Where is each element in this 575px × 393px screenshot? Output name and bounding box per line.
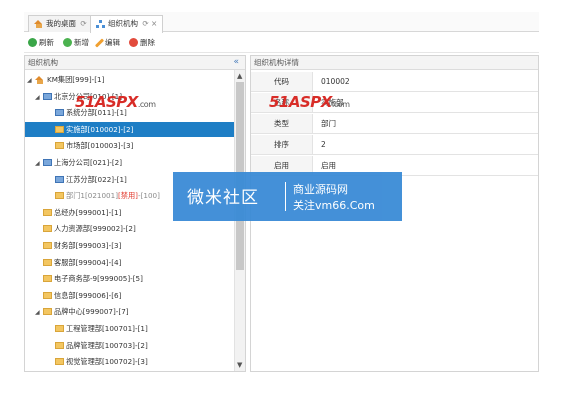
folder-icon — [55, 192, 64, 200]
tree-node[interactable]: 信息部[999006]-[6] — [25, 288, 235, 303]
detail-row-code: 代码 010002 — [251, 72, 538, 92]
folder-icon — [43, 258, 52, 266]
panel-title: 组织机构 — [28, 58, 58, 67]
branch-icon — [55, 109, 64, 117]
expand-toggle-icon[interactable]: ◢ — [27, 73, 35, 88]
tab-organization[interactable]: 组织机构 ⟳ × — [90, 15, 164, 33]
folder-icon — [55, 125, 64, 133]
tree-node-label: KM集团[999]-[1] — [47, 75, 105, 84]
banner-title: 微米社区 — [187, 188, 259, 208]
folder-icon — [43, 275, 52, 283]
tree-node[interactable]: 品牌管理部[100703]-[2] — [25, 338, 235, 353]
branch-icon — [55, 175, 64, 183]
expand-toggle-icon[interactable]: ◢ — [35, 156, 43, 171]
tree-node-label: 财务部[999003]-[3] — [54, 241, 122, 250]
tree-node-label: 人力资源部[999002]-[2] — [54, 224, 136, 234]
folder-icon — [55, 341, 64, 349]
tree-node-label: 视觉管理部[100702]-[3] — [66, 357, 148, 367]
tree-node-label: 市场部[010003]-[3] — [66, 141, 134, 151]
add-icon — [63, 38, 72, 47]
tree-node-label: 工程管理部[100701]-[1] — [66, 324, 148, 333]
add-label: 新增 — [74, 38, 89, 47]
tree-node-label: 信息部[999006]-[6] — [54, 290, 122, 300]
folder-icon — [55, 142, 64, 150]
tree-node-label: 电子商务部-9[999005]-[5] — [54, 274, 143, 284]
tree-node[interactable]: ◢ 上海分公司[021]-[2] — [25, 155, 235, 170]
refresh-button[interactable]: 刷新 — [28, 37, 54, 48]
branch-icon — [43, 159, 52, 166]
collapse-icon[interactable]: « — [233, 56, 239, 69]
tree-node-label: 品牌管理部[100703]-[2] — [66, 340, 148, 350]
folder-icon — [43, 242, 52, 249]
banner-divider — [285, 182, 286, 211]
delete-button[interactable]: 删除 — [129, 37, 155, 48]
detail-value: 010002 — [321, 77, 350, 86]
banner-line1: 商业源码网 — [293, 183, 348, 196]
delete-label: 删除 — [140, 38, 155, 47]
toolbar: 刷新 新增 编辑 删除 — [24, 33, 539, 53]
detail-row-type: 类型 部门 — [251, 114, 538, 134]
edit-label: 编辑 — [105, 38, 120, 47]
tab-close-icon[interactable]: ⟳ × — [142, 19, 157, 28]
detail-value: 部门 — [321, 119, 336, 128]
tree-node[interactable]: ◢ KM集团[999]-[1] — [25, 72, 235, 87]
edit-button[interactable]: 编辑 — [94, 37, 120, 48]
tree-node[interactable]: 实施部[010002]-[2] — [25, 121, 235, 137]
watermark-51aspx: 51ASPX.com — [269, 93, 350, 111]
add-button[interactable]: 新增 — [63, 37, 89, 48]
watermark-banner: 微米社区 商业源码网 关注vm66.Com — [173, 172, 402, 221]
tree-node-label: 总经办[999001]-[1] — [54, 207, 122, 217]
tree-node-label: 部门1[021001] — [66, 191, 118, 201]
tree-node[interactable]: ◢ 品牌中心[999007]-[7] — [25, 304, 235, 319]
branch-icon — [43, 92, 52, 100]
detail-label: 类型 — [251, 114, 313, 133]
tab-my-desktop[interactable]: 我的桌面 ⟳ — [28, 15, 93, 32]
scroll-up-icon[interactable]: ▲ — [237, 72, 242, 80]
tab-bar: 我的桌面 ⟳ 组织机构 ⟳ × — [24, 12, 539, 33]
org-tree-header: 组织机构 « — [25, 56, 245, 70]
folder-icon — [43, 308, 52, 316]
org-chart-icon — [96, 20, 105, 28]
tree-node[interactable]: 视觉管理部[100702]-[3] — [25, 354, 235, 369]
folder-icon — [43, 291, 52, 299]
home-icon — [35, 76, 44, 84]
refresh-label: 刷新 — [39, 38, 54, 47]
detail-label: 排序 — [251, 135, 313, 154]
folder-icon — [55, 358, 64, 366]
folder-icon — [43, 225, 52, 233]
folder-icon — [55, 325, 64, 332]
detail-value: 2 — [321, 140, 326, 149]
refresh-icon — [28, 38, 37, 47]
detail-label: 代码 — [251, 72, 313, 91]
tree-node-label: 客服部[999004]-[4] — [54, 257, 122, 267]
tree-node[interactable]: 客服部[999004]-[4] — [25, 255, 235, 270]
tree-node-label: 实施部[010002]-[2] — [66, 124, 134, 134]
refresh-icon[interactable]: ⟳ — [80, 19, 86, 28]
expand-toggle-icon[interactable]: ◢ — [35, 305, 43, 320]
folder-icon — [43, 208, 52, 216]
tree-node-label: 上海分公司[021]-[2] — [54, 158, 123, 167]
banner-line2: 关注vm66.Com — [293, 199, 375, 212]
detail-header: 组织机构详情 — [251, 56, 538, 70]
tree-node[interactable]: 工程管理部[100701]-[1] — [25, 321, 235, 336]
tree-node[interactable]: 市场部[010003]-[3] — [25, 138, 235, 153]
tree-node-label: 江苏分部[022]-[1] — [66, 174, 127, 184]
tree-node[interactable]: 电子商务部-9[999005]-[5] — [25, 271, 235, 286]
tree-node-suffix: -[100] — [137, 191, 160, 201]
watermark-51aspx: 51ASPX.com — [75, 93, 156, 111]
delete-icon — [129, 38, 138, 47]
scroll-down-icon[interactable]: ▼ — [237, 361, 242, 369]
tab-label: 组织机构 — [108, 19, 138, 28]
tree-node[interactable]: 人力资源部[999002]-[2] — [25, 221, 235, 236]
tree-node[interactable]: 财务部[999003]-[3] — [25, 238, 235, 253]
pencil-icon — [94, 37, 105, 48]
detail-row-sort: 排序 2 — [251, 135, 538, 155]
tab-label: 我的桌面 — [46, 19, 76, 28]
panel-title: 组织机构详情 — [254, 58, 299, 67]
home-icon — [34, 20, 43, 28]
tree-node-label: 品牌中心[999007]-[7] — [54, 307, 129, 317]
disabled-tag: [禁用] — [118, 191, 138, 201]
expand-toggle-icon[interactable]: ◢ — [35, 90, 43, 105]
